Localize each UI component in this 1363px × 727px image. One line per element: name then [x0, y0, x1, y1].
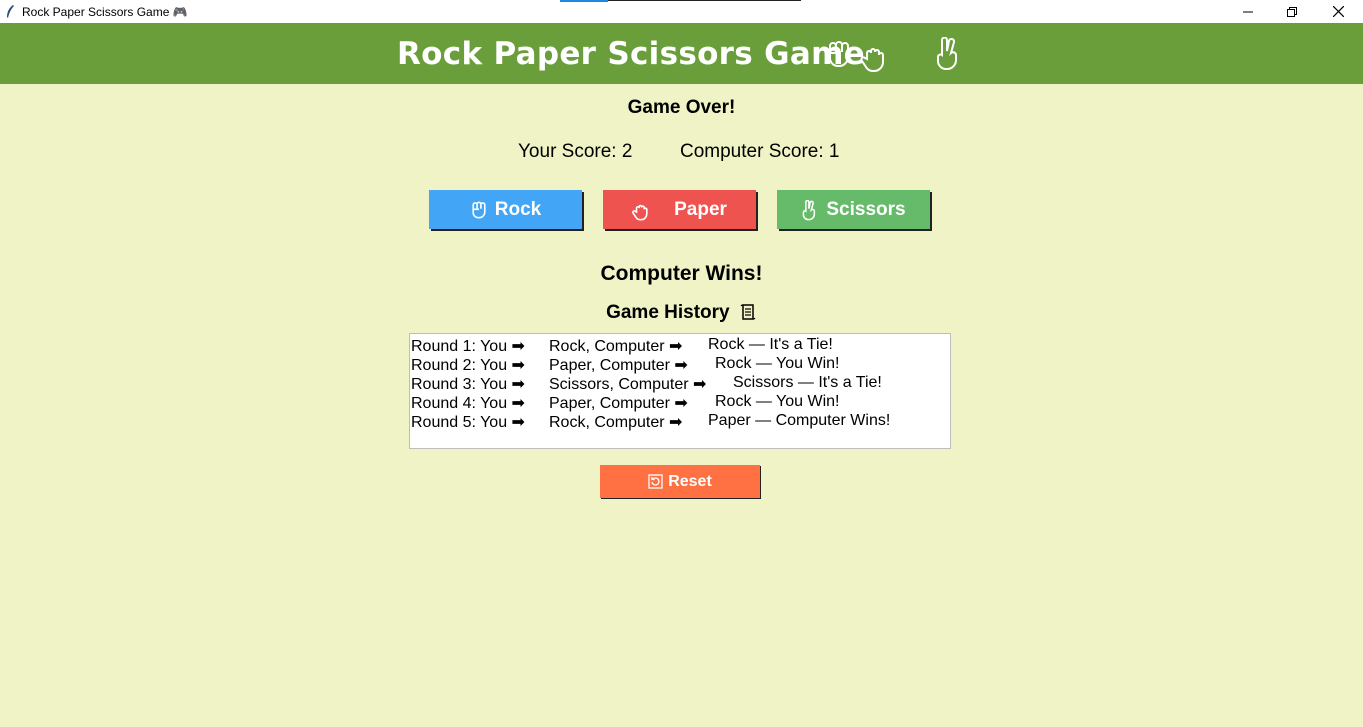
- round-result: Computer Wins!: [600, 262, 763, 285]
- app-feather-icon: [3, 4, 17, 19]
- history-round-label: Round 1: You ➡: [411, 338, 525, 355]
- titlebar-progress-fill: [560, 0, 608, 2]
- history-your-choice: Scissors, Computer ➡: [549, 376, 707, 393]
- restore-icon: [1287, 6, 1297, 17]
- history-round-label: Round 2: You ➡: [411, 357, 525, 374]
- history-title: Game History: [606, 302, 730, 323]
- peace-hand-icon: [801, 199, 821, 220]
- history-row: Round 1: You ➡ Rock, Computer ➡ Rock — I…: [411, 336, 950, 355]
- history-outcome: Rock — It's a Tie!: [708, 336, 833, 353]
- hand-icon: [860, 45, 890, 77]
- fist-icon: [470, 200, 490, 220]
- history-round-label: Round 3: You ➡: [411, 376, 525, 393]
- history-heading: Game History: [0, 302, 1363, 324]
- history-round-label: Round 5: You ➡: [411, 414, 525, 431]
- minimize-icon: [1243, 11, 1253, 12]
- window-title: Rock Paper Scissors Game 🎮: [22, 4, 188, 19]
- history-row: Round 2: You ➡ Paper, Computer ➡ Rock — …: [411, 355, 950, 374]
- computer-score: Computer Score: 1: [680, 141, 840, 162]
- reset-button-label: Reset: [668, 472, 712, 490]
- history-your-choice: Paper, Computer ➡: [549, 357, 688, 374]
- history-outcome: Rock — You Win!: [715, 393, 840, 410]
- peace-hand-icon: [934, 36, 964, 70]
- scissors-button[interactable]: Scissors: [777, 190, 930, 229]
- history-your-choice: Paper, Computer ➡: [549, 395, 688, 412]
- history-textbox[interactable]: Round 1: You ➡ Rock, Computer ➡ Rock — I…: [409, 333, 951, 449]
- history-your-choice: Rock, Computer ➡: [549, 414, 683, 431]
- paper-button-label: Paper: [674, 198, 727, 220]
- game-status: Game Over!: [627, 97, 736, 118]
- hand-icon: [632, 203, 652, 223]
- reset-icon: [648, 474, 663, 489]
- scissors-button-label: Scissors: [826, 198, 906, 220]
- history-row: Round 5: You ➡ Rock, Computer ➡ Paper — …: [411, 412, 950, 431]
- paper-button[interactable]: Paper: [603, 190, 756, 229]
- history-row: Round 3: You ➡ Scissors, Computer ➡ Scis…: [411, 374, 950, 393]
- fist-icon: [825, 39, 855, 71]
- rock-button-label: Rock: [494, 198, 542, 220]
- window-titlebar: Rock Paper Scissors Game 🎮: [0, 0, 1363, 23]
- rock-button[interactable]: Rock: [429, 190, 582, 229]
- history-outcome: Paper — Computer Wins!: [708, 412, 891, 429]
- minimize-button[interactable]: [1225, 0, 1271, 23]
- history-your-choice: Rock, Computer ➡: [549, 338, 683, 355]
- close-button[interactable]: [1315, 0, 1361, 23]
- history-round-label: Round 4: You ➡: [411, 395, 525, 412]
- restore-button[interactable]: [1269, 0, 1315, 23]
- header-title: Rock Paper Scissors Game: [397, 36, 866, 72]
- reset-button[interactable]: Reset: [600, 465, 760, 498]
- history-row: Round 4: You ➡ Paper, Computer ➡ Rock — …: [411, 393, 950, 412]
- close-icon: [1332, 6, 1344, 17]
- history-outcome: Scissors — It's a Tie!: [733, 374, 882, 391]
- your-score: Your Score: 2: [518, 141, 633, 162]
- history-outcome: Rock — You Win!: [715, 355, 840, 372]
- scroll-icon: [739, 303, 757, 321]
- header-banner: Rock Paper Scissors Game: [0, 23, 1363, 84]
